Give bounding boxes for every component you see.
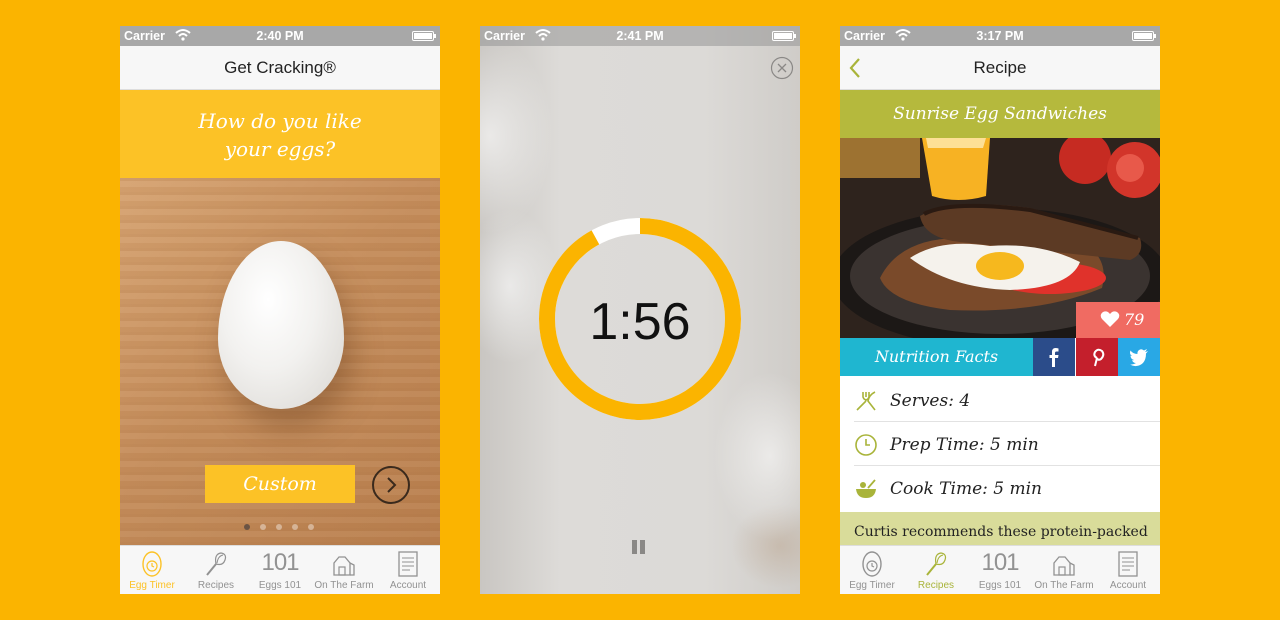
tab-label: On The Farm <box>314 580 374 591</box>
nutrition-facts-button[interactable]: Nutrition Facts <box>840 338 1033 376</box>
page-dot[interactable] <box>276 524 282 530</box>
recipe-info-list: Serves: 4 Prep Time: 5 min Cook Time: 5 … <box>840 378 1160 510</box>
nav-bar: Recipe <box>840 46 1160 90</box>
page-dot[interactable] <box>244 524 250 530</box>
nav-title: Recipe <box>973 58 1027 77</box>
clock-icon <box>855 434 877 456</box>
pinterest-share-button[interactable] <box>1076 338 1118 376</box>
barn-icon <box>333 556 355 576</box>
tab-bar: Egg Timer Recipes 101 Eggs 101 On The Fa… <box>840 545 1160 594</box>
egg-timer-icon <box>862 551 882 577</box>
tab-egg-timer[interactable]: Egg Timer <box>840 546 904 594</box>
recipe-title: Sunrise Egg Sandwiches <box>840 90 1160 138</box>
cook-time-text: Cook Time: 5 min <box>890 479 1042 499</box>
tab-on-the-farm[interactable]: On The Farm <box>312 546 376 594</box>
list-item: Cook Time: 5 min <box>854 466 1160 510</box>
recipe-screen: Carrier 3:17 PM Recipe Sunrise Egg Sandw… <box>840 26 1160 594</box>
whisk-icon <box>206 552 227 576</box>
tab-eggs-101[interactable]: 101 Eggs 101 <box>248 546 312 594</box>
egg-carousel[interactable]: Custom <box>120 178 440 545</box>
tab-recipes[interactable]: Recipes <box>904 546 968 594</box>
status-bar: Carrier 2:40 PM <box>120 26 440 46</box>
status-time: 2:40 PM <box>256 29 304 43</box>
egg-timer-icon <box>142 551 162 577</box>
nav-bar: Get Cracking® <box>120 46 440 90</box>
tab-recipes[interactable]: Recipes <box>184 546 248 594</box>
pinterest-icon <box>1093 348 1105 367</box>
tab-egg-timer[interactable]: Egg Timer <box>120 546 184 594</box>
countdown-timer: 1:56 <box>589 293 691 351</box>
next-arrow-button[interactable] <box>372 466 410 504</box>
egg-image[interactable] <box>218 241 344 409</box>
question-banner: How do you like your eggs? <box>120 90 440 178</box>
heart-icon <box>1100 311 1120 327</box>
battery-icon <box>772 31 796 41</box>
whisk-icon <box>926 552 947 576</box>
chevron-right-icon <box>387 477 397 493</box>
status-time: 2:41 PM <box>616 29 664 43</box>
page-dot[interactable] <box>308 524 314 530</box>
account-icon <box>1118 551 1138 577</box>
tab-label: Recipes <box>197 580 235 591</box>
tab-label: Recipes <box>917 580 955 591</box>
page-dots <box>244 517 324 535</box>
mixing-bowl-icon <box>856 479 876 498</box>
tab-account[interactable]: Account <box>1096 546 1160 594</box>
list-item: Serves: 4 <box>854 378 1160 422</box>
twitter-share-button[interactable] <box>1118 338 1160 376</box>
tab-label: Egg Timer <box>129 580 175 591</box>
tab-label: Eggs 101 <box>978 580 1022 591</box>
list-item: Prep Time: 5 min <box>854 422 1160 466</box>
account-icon <box>398 551 418 577</box>
nav-title: Get Cracking® <box>224 58 336 77</box>
status-bar: Carrier 2:41 PM <box>480 26 800 46</box>
twitter-icon <box>1130 349 1148 367</box>
egg-timer-screen: Carrier 2:40 PM Get Cracking® How do you… <box>120 26 440 594</box>
page-dot[interactable] <box>260 524 266 530</box>
tab-label: Account <box>1109 580 1147 591</box>
prep-time-text: Prep Time: 5 min <box>890 435 1039 455</box>
close-icon[interactable] <box>770 56 794 80</box>
fork-knife-icon <box>856 391 876 411</box>
status-time: 3:17 PM <box>976 29 1024 43</box>
custom-button[interactable]: Custom <box>205 465 355 503</box>
tab-label: Account <box>389 580 427 591</box>
question-line-1: How do you like <box>198 109 362 133</box>
battery-icon <box>412 31 436 41</box>
tab-label: Egg Timer <box>849 580 895 591</box>
facebook-icon <box>1049 348 1059 367</box>
share-row: Nutrition Facts <box>840 338 1160 376</box>
tab-label: On The Farm <box>1034 580 1094 591</box>
tab-on-the-farm[interactable]: On The Farm <box>1032 546 1096 594</box>
tab-account[interactable]: Account <box>376 546 440 594</box>
like-count: 79 <box>1124 310 1145 329</box>
eggs-101-icon: 101 <box>981 549 1019 576</box>
facebook-share-button[interactable] <box>1033 338 1075 376</box>
tab-label: Eggs 101 <box>258 580 302 591</box>
timer-screen: Carrier 2:41 PM 1:56 <box>480 26 800 594</box>
tab-eggs-101[interactable]: 101 Eggs 101 <box>968 546 1032 594</box>
battery-icon <box>1132 31 1156 41</box>
page-dot[interactable] <box>292 524 298 530</box>
serves-text: Serves: 4 <box>890 391 971 411</box>
pause-icon[interactable] <box>632 540 648 556</box>
tab-bar: Egg Timer Recipes 101 Eggs 101 On The Fa… <box>120 545 440 594</box>
question-line-2: your eggs? <box>224 137 336 161</box>
eggs-101-icon: 101 <box>261 549 299 576</box>
barn-icon <box>1053 556 1075 576</box>
like-button[interactable]: 79 <box>1076 302 1160 338</box>
status-bar: Carrier 3:17 PM <box>840 26 1160 46</box>
